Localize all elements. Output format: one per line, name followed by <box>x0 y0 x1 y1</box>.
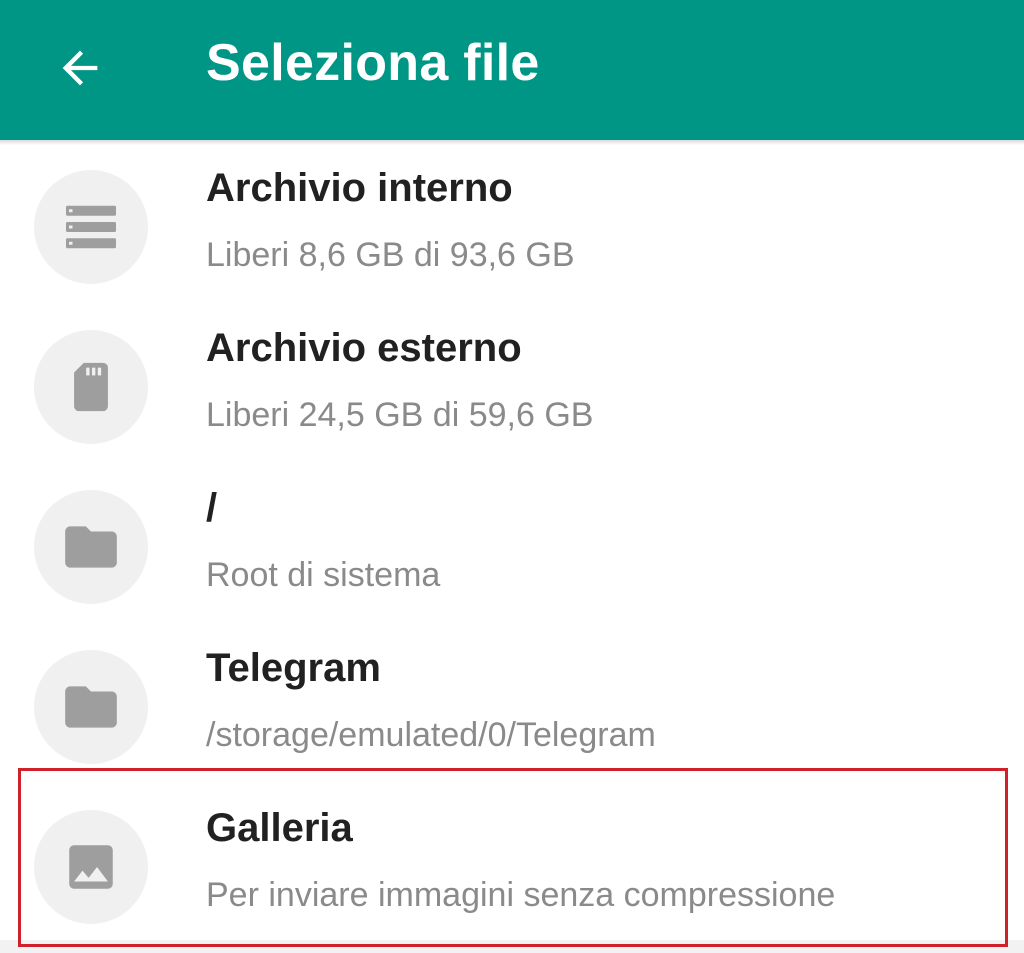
list-item-root[interactable]: / Root di sistema <box>0 460 1024 620</box>
list-item-internal-storage[interactable]: Archivio interno Liberi 8,6 GB di 93,6 G… <box>0 140 1024 300</box>
bottom-divider <box>0 940 1024 953</box>
folder-icon <box>65 686 117 728</box>
toolbar: Seleziona file <box>0 0 1024 145</box>
item-title: Galleria <box>206 806 353 850</box>
storage-list-icon <box>66 205 116 249</box>
item-subtitle: Root di sistema <box>206 556 441 594</box>
icon-circle <box>34 330 148 444</box>
page-title: Seleziona file <box>206 34 540 92</box>
file-picker-screen: Seleziona file Archivio interno Liberi 8… <box>0 0 1024 953</box>
sd-card-icon <box>74 362 108 412</box>
list-item-gallery[interactable]: Galleria Per inviare immagini senza comp… <box>0 780 1024 940</box>
icon-circle <box>34 490 148 604</box>
item-title: Archivio esterno <box>206 326 522 370</box>
item-subtitle: Liberi 24,5 GB di 59,6 GB <box>206 396 594 434</box>
icon-circle <box>34 650 148 764</box>
icon-circle <box>34 170 148 284</box>
arrow-left-icon <box>62 50 98 86</box>
item-subtitle: /storage/emulated/0/Telegram <box>206 716 656 754</box>
list-item-telegram[interactable]: Telegram /storage/emulated/0/Telegram <box>0 620 1024 780</box>
item-title: / <box>206 486 218 530</box>
item-subtitle: Per inviare immagini senza compressione <box>206 876 836 914</box>
item-title: Telegram <box>206 646 381 690</box>
icon-circle <box>34 810 148 924</box>
item-title: Archivio interno <box>206 166 513 210</box>
back-button[interactable] <box>40 28 120 108</box>
storage-list: Archivio interno Liberi 8,6 GB di 93,6 G… <box>0 140 1024 940</box>
folder-icon <box>65 526 117 568</box>
image-icon <box>69 845 113 889</box>
item-subtitle: Liberi 8,6 GB di 93,6 GB <box>206 236 575 274</box>
list-item-external-storage[interactable]: Archivio esterno Liberi 24,5 GB di 59,6 … <box>0 300 1024 460</box>
